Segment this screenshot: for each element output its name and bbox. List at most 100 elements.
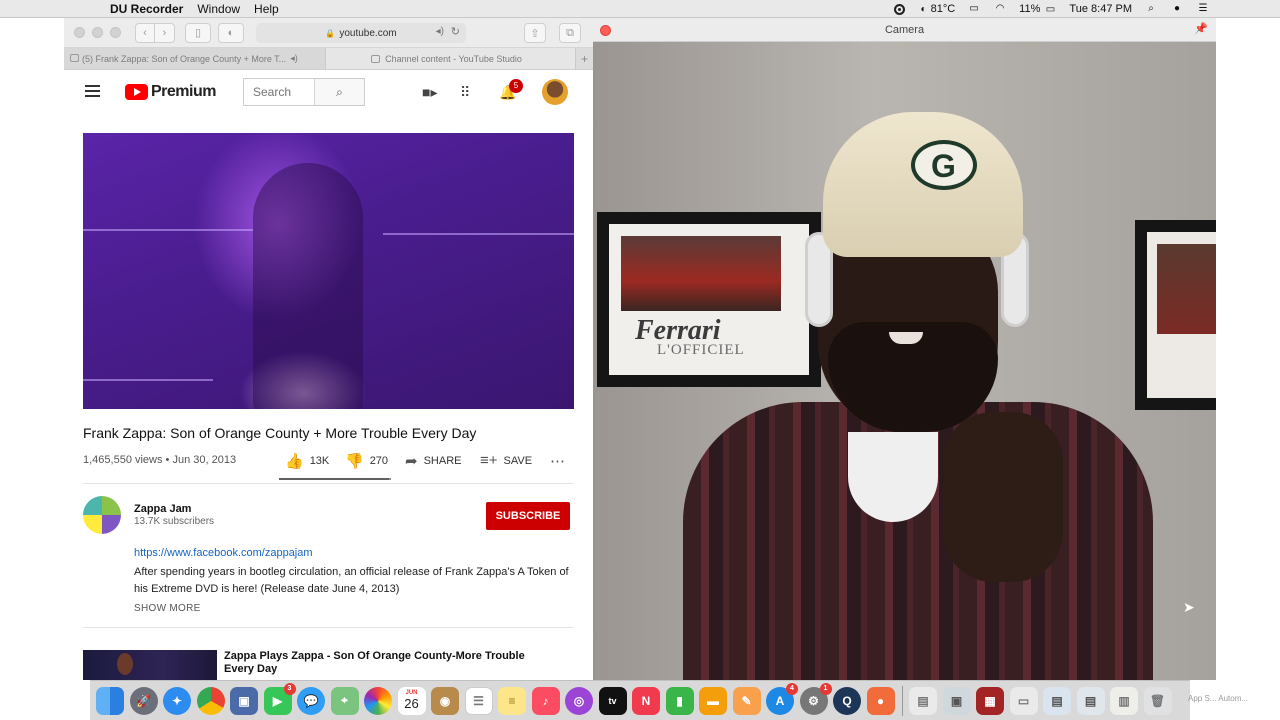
new-tab-button[interactable]: +	[576, 48, 593, 69]
up-next-title[interactable]: Zappa Plays Zappa - Son Of Orange County…	[224, 650, 554, 676]
trash-icon[interactable]: 🗑	[1143, 686, 1172, 715]
tab-youtube-studio[interactable]: Channel content - YouTube Studio	[326, 48, 576, 69]
clock[interactable]: Tue 8:47 PM	[1069, 3, 1132, 15]
window-status-icon[interactable]: ▭	[967, 3, 981, 15]
save-button[interactable]: ≡+ SAVE	[480, 452, 532, 469]
chrome-icon[interactable]	[196, 686, 225, 715]
create-video-icon[interactable]: ■▸	[422, 84, 437, 101]
description-link[interactable]: https://www.facebook.com/zappajam	[134, 547, 313, 559]
downloads-stack-icon[interactable]: ▤	[1043, 686, 1071, 715]
keynote-icon[interactable]: ▬	[699, 686, 727, 715]
maps-icon[interactable]: ⌖	[330, 686, 359, 715]
battery-status[interactable]: 11% ▭	[1019, 3, 1057, 16]
status-area: ◐ 81°C ▭ ◠ 11% ▭ Tue 8:47 PM ⌕ ● ☰	[893, 0, 1210, 18]
show-more-button[interactable]: SHOW MORE	[134, 603, 201, 614]
siri-icon[interactable]: ●	[1170, 3, 1184, 15]
photos-icon[interactable]	[364, 686, 392, 715]
apps-grid-icon[interactable]: ⠿	[460, 84, 470, 101]
record-status-icon[interactable]	[893, 3, 905, 15]
preview-icon[interactable]: ▣	[230, 686, 258, 715]
pages-icon[interactable]: ✎	[732, 686, 761, 715]
screenshot-icon[interactable]: ▣	[942, 686, 971, 715]
privacy-button[interactable]: ◐	[218, 22, 244, 43]
music-icon[interactable]: ♪	[531, 686, 560, 715]
like-button[interactable]: 👍 13K	[285, 452, 329, 470]
playlist-add-icon: ≡+	[480, 452, 498, 469]
recent-stack-icon[interactable]: ▤	[1076, 686, 1105, 715]
search-box: ⌕	[243, 78, 365, 106]
youtube-play-icon	[125, 84, 148, 100]
news-icon[interactable]: N	[632, 686, 660, 715]
facetime-icon[interactable]: ▶ 3	[263, 682, 296, 715]
sidebar-button[interactable]: ▯	[185, 22, 211, 43]
photo-booth-icon[interactable]: ▦	[976, 686, 1004, 715]
video-description: After spending years in bootleg circulat…	[134, 566, 569, 595]
search-input[interactable]	[244, 79, 314, 105]
du-recorder-icon[interactable]: ●	[866, 686, 895, 715]
speaker-icon[interactable]: ◂)	[290, 53, 298, 64]
share-button[interactable]: ➦ SHARE	[405, 452, 461, 470]
channel-name[interactable]: Zappa Jam	[134, 503, 191, 515]
zoom-window-button[interactable]	[110, 27, 121, 38]
youtube-premium-logo[interactable]: Premium	[125, 83, 216, 101]
system-preferences-icon[interactable]: ⚙ 1	[799, 682, 832, 715]
address-bar[interactable]: 🔒 youtube.com ◂) ↻	[256, 23, 466, 43]
youtube-favicon-icon	[371, 54, 381, 63]
speaker-icon[interactable]: ◂)	[436, 26, 444, 37]
quicktime-icon[interactable]: Q	[833, 686, 861, 715]
calendar-icon[interactable]: JUN 26	[397, 686, 426, 715]
camera-title: Camera	[884, 23, 925, 36]
menu-app-name[interactable]: DU Recorder	[110, 2, 183, 16]
account-avatar[interactable]	[542, 79, 568, 105]
search-button[interactable]: ⌕	[314, 79, 364, 105]
finder-icon[interactable]	[96, 686, 124, 715]
thumbs-down-icon: 👎	[345, 453, 364, 470]
safari-icon[interactable]: ✦	[163, 686, 191, 715]
video-player[interactable]	[83, 133, 574, 409]
minimize-window-button[interactable]	[92, 27, 103, 38]
pin-icon[interactable]: 📌	[1194, 22, 1208, 35]
reload-icon[interactable]: ↻	[451, 25, 460, 38]
tabs-overview-button[interactable]: ⧉	[559, 23, 581, 43]
launchpad-icon[interactable]: 🚀	[129, 686, 158, 715]
channel-avatar[interactable]	[83, 496, 121, 534]
podcasts-icon[interactable]: ◎	[565, 686, 593, 715]
documents-stack-icon[interactable]: ▥	[1110, 686, 1138, 715]
video-frame-light	[383, 233, 574, 235]
tab-bar: (5) Frank Zappa: Son of Orange County + …	[64, 48, 593, 70]
up-next-thumbnail[interactable]	[83, 650, 217, 680]
subscribe-button[interactable]: SUBSCRIBE	[486, 502, 570, 530]
notes-icon[interactable]: ≡	[498, 686, 526, 715]
folder-icon[interactable]: ▭	[1009, 686, 1038, 715]
camera-close-button[interactable]	[600, 25, 611, 36]
more-actions-button[interactable]: ⋯	[550, 452, 571, 470]
notification-center-icon[interactable]: ☰	[1196, 3, 1210, 15]
contacts-icon[interactable]: ◉	[431, 686, 459, 715]
tab-youtube-video[interactable]: (5) Frank Zappa: Son of Orange County + …	[64, 48, 326, 69]
forward-button[interactable]: ›	[155, 22, 175, 43]
reminders-icon[interactable]: ☰	[464, 686, 493, 715]
hamburger-menu-icon[interactable]	[85, 85, 100, 97]
share-icon: ⇧	[530, 27, 540, 40]
back-button[interactable]: ‹	[135, 22, 155, 43]
dislike-button[interactable]: 👎 270	[345, 452, 388, 470]
desktop: DU Recorder Window Help ◐ 81°C ▭ ◠ 11% ▭ …	[0, 0, 1280, 720]
numbers-icon[interactable]: ▮	[665, 686, 694, 715]
like-ratio-fill	[279, 478, 389, 480]
wifi-icon[interactable]: ◠	[993, 3, 1007, 15]
url-text: youtube.com	[339, 27, 397, 39]
close-window-button[interactable]	[74, 27, 85, 38]
document-icon[interactable]: ▤	[909, 686, 937, 715]
app-store-icon[interactable]: A4	[766, 682, 798, 715]
menu-window[interactable]: Window	[197, 2, 240, 16]
spotlight-search-icon[interactable]: ⌕	[1144, 3, 1158, 15]
menu-help[interactable]: Help	[254, 2, 279, 16]
apple-tv-icon[interactable]: tv	[598, 686, 627, 715]
temperature-status[interactable]: ◐ 81°C	[917, 3, 956, 16]
mouse-cursor-icon: ➤	[1183, 599, 1195, 615]
battery-percent: 11%	[1019, 2, 1041, 15]
share-toolbar-button[interactable]: ⇧	[524, 23, 546, 43]
messages-icon[interactable]: 💬	[297, 686, 325, 715]
desktop-margin-left	[0, 18, 64, 720]
like-dislike-bar	[279, 478, 391, 480]
